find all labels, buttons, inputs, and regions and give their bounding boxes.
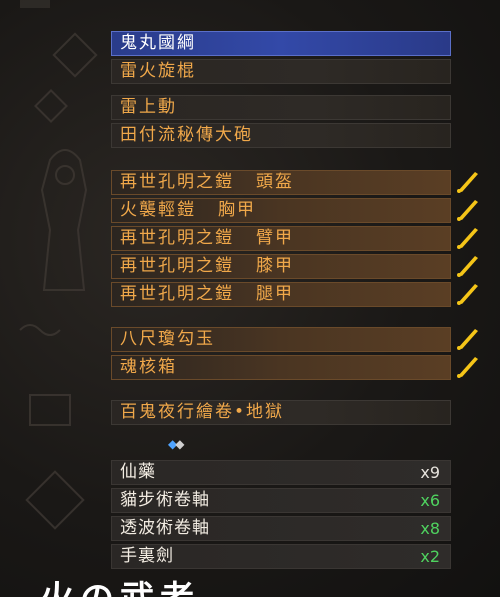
armor-slot-head[interactable]: 再世孔明之鎧 頭盔 bbox=[111, 170, 451, 195]
guardian-scroll-name: 百鬼夜行繪卷•地獄 bbox=[120, 402, 285, 422]
guardian-scroll-slot[interactable]: 百鬼夜行繪卷•地獄 bbox=[111, 400, 451, 425]
armor-part-name: 腿甲 bbox=[256, 284, 294, 304]
armor-slot-chest[interactable]: 火襲輕鎧 胸甲 bbox=[111, 198, 451, 223]
armor-slot-knees[interactable]: 再世孔明之鎧 膝甲 bbox=[111, 254, 451, 279]
armor-set-name: 再世孔明之鎧 bbox=[120, 172, 234, 192]
ranged-slot-1[interactable]: 雷上動 bbox=[111, 95, 451, 120]
armor-set-name: 再世孔明之鎧 bbox=[120, 256, 234, 276]
overlay-caption: 火の武者 bbox=[40, 579, 200, 597]
weapon-name: 鬼丸國綱 bbox=[120, 33, 196, 53]
ranged-slot-2[interactable]: 田付流秘傳大砲 bbox=[111, 123, 451, 148]
armor-set-name: 火襲輕鎧 bbox=[120, 200, 196, 220]
equipment-silhouette-panel bbox=[19, 32, 98, 530]
item-count: x6 bbox=[420, 491, 440, 510]
weapon-slot-icon bbox=[52, 32, 98, 78]
helmet-outline-icon bbox=[55, 165, 75, 185]
armor-slot-legs[interactable]: 再世孔明之鎧 腿甲 bbox=[111, 282, 451, 307]
accessory-name: 魂核箱 bbox=[120, 357, 177, 377]
ranged-name: 雷上動 bbox=[120, 97, 177, 117]
armor-silhouette-icon bbox=[40, 149, 88, 291]
quill-icon bbox=[457, 200, 478, 221]
gem-icon: ◆ bbox=[175, 437, 184, 451]
quill-icon bbox=[457, 256, 478, 277]
item-slot-4[interactable]: 手裏劍 x2 bbox=[111, 544, 451, 569]
item-slot-1[interactable]: 仙藥 x9 bbox=[111, 460, 451, 485]
weapon-slot-2[interactable]: 雷火旋棍 bbox=[111, 59, 451, 84]
armor-set-name: 再世孔明之鎧 bbox=[120, 228, 234, 248]
item-name: 貓步術卷軸 bbox=[120, 490, 210, 510]
quill-icon bbox=[457, 357, 478, 378]
armor-part-name: 臂甲 bbox=[256, 228, 294, 248]
item-slot-3[interactable]: 透波術卷軸 x8 bbox=[111, 516, 451, 541]
ranged-name: 田付流秘傳大砲 bbox=[120, 125, 253, 145]
scroll-slot-icon bbox=[29, 394, 71, 426]
item-name: 仙藥 bbox=[120, 462, 156, 482]
accessory-slot-2[interactable]: 魂核箱 bbox=[111, 355, 451, 380]
armor-set-name: 再世孔明之鎧 bbox=[120, 284, 234, 304]
accessory-slot-1[interactable]: 八尺瓊勾玉 bbox=[111, 327, 451, 352]
item-count: x8 bbox=[420, 519, 440, 538]
accessory-name: 八尺瓊勾玉 bbox=[120, 329, 215, 349]
weapon-name: 雷火旋棍 bbox=[120, 61, 196, 81]
item-count: x2 bbox=[420, 547, 440, 566]
accessory-slot-icon bbox=[19, 324, 61, 336]
quill-icon bbox=[457, 329, 478, 350]
item-slot-icon bbox=[25, 470, 85, 530]
armor-part-name: 頭盔 bbox=[256, 172, 294, 192]
quill-icon bbox=[457, 172, 478, 193]
weapon-slot-1[interactable]: 鬼丸國綱 bbox=[111, 31, 451, 56]
item-count: x9 bbox=[420, 463, 440, 482]
item-slot-2[interactable]: 貓步術卷軸 x6 bbox=[111, 488, 451, 513]
item-name: 透波術卷軸 bbox=[120, 518, 210, 538]
armor-part-name: 胸甲 bbox=[218, 200, 256, 220]
quill-icon bbox=[457, 228, 478, 249]
armor-part-name: 膝甲 bbox=[256, 256, 294, 276]
item-name: 手裏劍 bbox=[120, 546, 174, 566]
quill-icon bbox=[457, 284, 478, 305]
armor-slot-arms[interactable]: 再世孔明之鎧 臂甲 bbox=[111, 226, 451, 251]
slot-gems: ◆◆ bbox=[168, 437, 185, 451]
ranged-slot-icon bbox=[34, 89, 68, 123]
